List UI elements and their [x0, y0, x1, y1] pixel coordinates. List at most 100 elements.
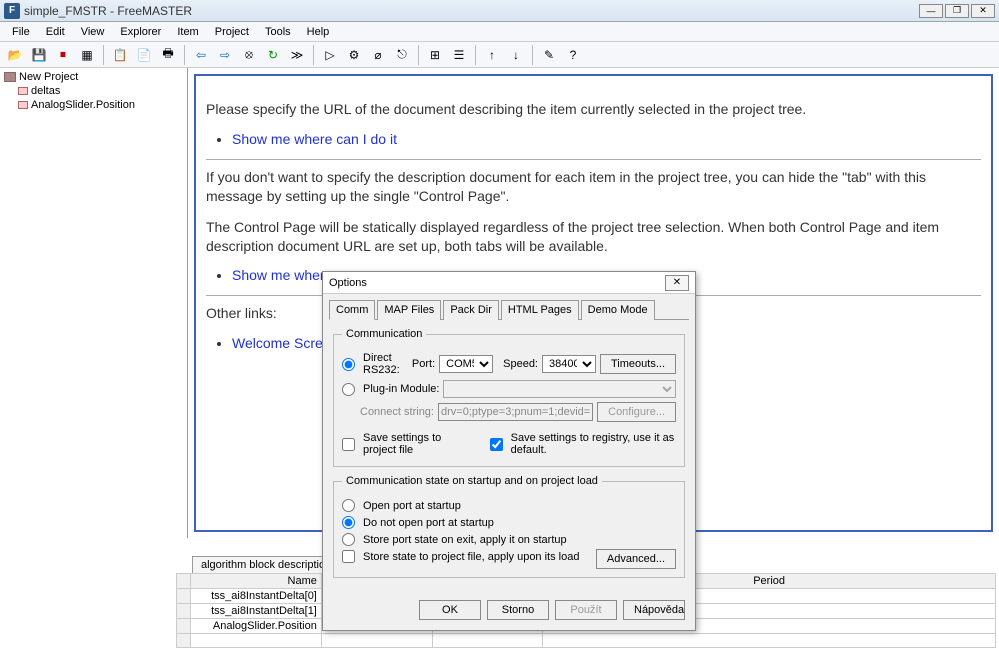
node-icon [18, 101, 28, 109]
configure-button: Configure... [597, 402, 676, 422]
cb-store-to-project[interactable] [342, 550, 355, 563]
toolbar-save-icon[interactable]: 💾 [28, 44, 50, 66]
toolbar-forward-icon[interactable]: ⇨ [214, 44, 236, 66]
radio-store-on-exit[interactable] [342, 533, 355, 546]
tab-html-pages[interactable]: HTML Pages [501, 300, 579, 320]
port-select[interactable]: COM5 [439, 355, 493, 373]
grid-header-name[interactable]: Name [191, 574, 322, 589]
menu-project[interactable]: Project [207, 24, 257, 40]
app-icon: F [4, 3, 20, 19]
radio-open-startup[interactable] [342, 499, 355, 512]
menu-help[interactable]: Help [299, 24, 338, 40]
communication-legend: Communication [342, 328, 426, 340]
grid-cell-name: tss_ai8InstantDelta[0] [191, 589, 322, 604]
node-icon [18, 87, 28, 95]
toolbar-help-icon[interactable]: ? [562, 44, 584, 66]
toolbar-btn-icon[interactable]: ⌀ [367, 44, 389, 66]
tab-map-files[interactable]: MAP Files [377, 300, 441, 320]
project-tree[interactable]: New Project deltas AnalogSlider.Position [0, 68, 188, 538]
timeouts-button[interactable]: Timeouts... [600, 354, 676, 374]
toolbar-down-icon[interactable]: ↓ [505, 44, 527, 66]
radio-direct-rs232[interactable] [342, 358, 355, 371]
menu-item[interactable]: Item [169, 24, 206, 40]
startup-legend: Communication state on startup and on pr… [342, 475, 602, 487]
toolbar-btn-icon[interactable]: ⎋ [391, 44, 413, 66]
toolbar-scope-icon[interactable]: ▷ [319, 44, 341, 66]
toolbar-copy-icon[interactable]: 📋 [109, 44, 131, 66]
toolbar-separator [103, 45, 104, 65]
tab-algorithm-desc[interactable]: algorithm block description [192, 556, 340, 573]
menu-edit[interactable]: Edit [38, 24, 73, 40]
cb-save-to-registry[interactable] [490, 438, 503, 451]
toolbar-print-icon[interactable]: 🖶 [157, 44, 179, 66]
toolbar-stop-icon[interactable]: ⏹ [52, 44, 74, 66]
toolbar-btn4-icon[interactable]: ▦ [76, 44, 98, 66]
toolbar-up-icon[interactable]: ↑ [481, 44, 503, 66]
plugin-select [443, 380, 676, 398]
toolbar-rec-icon[interactable]: ⚙ [343, 44, 365, 66]
plugin-module-label: Plug-in Module: [363, 383, 439, 395]
tab-demo-mode[interactable]: Demo Mode [581, 300, 655, 320]
toolbar-separator [475, 45, 476, 65]
advanced-button[interactable]: Advanced... [596, 549, 676, 569]
radio-open-startup-label: Open port at startup [363, 500, 461, 512]
link-show-where-2[interactable]: Show me where [232, 267, 332, 283]
tab-pack-dir[interactable]: Pack Dir [443, 300, 499, 320]
toolbar-paste-icon[interactable]: 📄 [133, 44, 155, 66]
menubar: File Edit View Explorer Item Project Too… [0, 22, 999, 42]
grid-corner [177, 574, 191, 589]
close-button[interactable]: ✕ [971, 4, 995, 18]
dialog-title: Options [329, 277, 665, 289]
tree-root[interactable]: New Project [2, 70, 185, 84]
menu-file[interactable]: File [4, 24, 38, 40]
grid-row-empty[interactable] [177, 634, 996, 648]
toolbar-separator [418, 45, 419, 65]
tab-comm[interactable]: Comm [329, 300, 375, 320]
options-dialog: Options ✕ Comm MAP Files Pack Dir HTML P… [322, 271, 696, 631]
connect-string-input [438, 403, 593, 421]
napoveda-button[interactable]: Nápověda [623, 600, 685, 620]
dialog-titlebar[interactable]: Options ✕ [323, 272, 695, 294]
toolbar-separator [313, 45, 314, 65]
maximize-button[interactable]: ❐ [945, 4, 969, 18]
menu-explorer[interactable]: Explorer [112, 24, 169, 40]
cb-save-to-project[interactable] [342, 438, 355, 451]
content-p2: If you don't want to specify the descrip… [206, 168, 981, 206]
toolbar-btn-icon[interactable]: ✎ [538, 44, 560, 66]
toolbar-btn-icon[interactable]: ≫ [286, 44, 308, 66]
bottom-tab-bar: algorithm block description [192, 556, 340, 573]
minimize-button[interactable]: — [919, 4, 943, 18]
titlebar: F simple_FMSTR - FreeMASTER — ❐ ✕ [0, 0, 999, 22]
direct-rs232-label: Direct RS232: [363, 352, 404, 376]
toolbar-stop2-icon[interactable]: ⦻ [238, 44, 260, 66]
grid-cell-name: tss_ai8InstantDelta[1] [191, 604, 322, 619]
storno-button[interactable]: Storno [487, 600, 549, 620]
ok-button[interactable]: OK [419, 600, 481, 620]
toolbar-separator [184, 45, 185, 65]
speed-select[interactable]: 38400 [542, 355, 596, 373]
link-show-where-1[interactable]: Show me where can I do it [232, 131, 397, 147]
toolbar-refresh-icon[interactable]: ↻ [262, 44, 284, 66]
radio-not-open-startup[interactable] [342, 516, 355, 529]
radio-plugin-module[interactable] [342, 383, 355, 396]
menu-tools[interactable]: Tools [257, 24, 299, 40]
speed-label: Speed: [503, 358, 538, 370]
toolbar-back-icon[interactable]: ⇦ [190, 44, 212, 66]
tree-item[interactable]: deltas [2, 84, 185, 98]
connect-string-label: Connect string: [360, 406, 434, 418]
toolbar: 📂 💾 ⏹ ▦ 📋 📄 🖶 ⇦ ⇨ ⦻ ↻ ≫ ▷ ⚙ ⌀ ⎋ ⊞ ☰ ↑ ↓ … [0, 42, 999, 68]
toolbar-open-icon[interactable]: 📂 [4, 44, 26, 66]
cb-save-to-project-label: Save settings to project file [363, 432, 470, 456]
pouzit-button: Použít [555, 600, 617, 620]
tree-root-label: New Project [19, 71, 78, 83]
content-p3: The Control Page will be statically disp… [206, 218, 981, 256]
dialog-close-button[interactable]: ✕ [665, 275, 689, 291]
tree-item-label: deltas [31, 85, 60, 97]
toolbar-btn-icon[interactable]: ☰ [448, 44, 470, 66]
radio-not-open-startup-label: Do not open port at startup [363, 517, 494, 529]
divider [206, 159, 981, 160]
tree-item[interactable]: AnalogSlider.Position [2, 98, 185, 112]
communication-group: Communication Direct RS232: Port: COM5 S… [333, 328, 685, 467]
menu-view[interactable]: View [73, 24, 113, 40]
toolbar-btn-icon[interactable]: ⊞ [424, 44, 446, 66]
